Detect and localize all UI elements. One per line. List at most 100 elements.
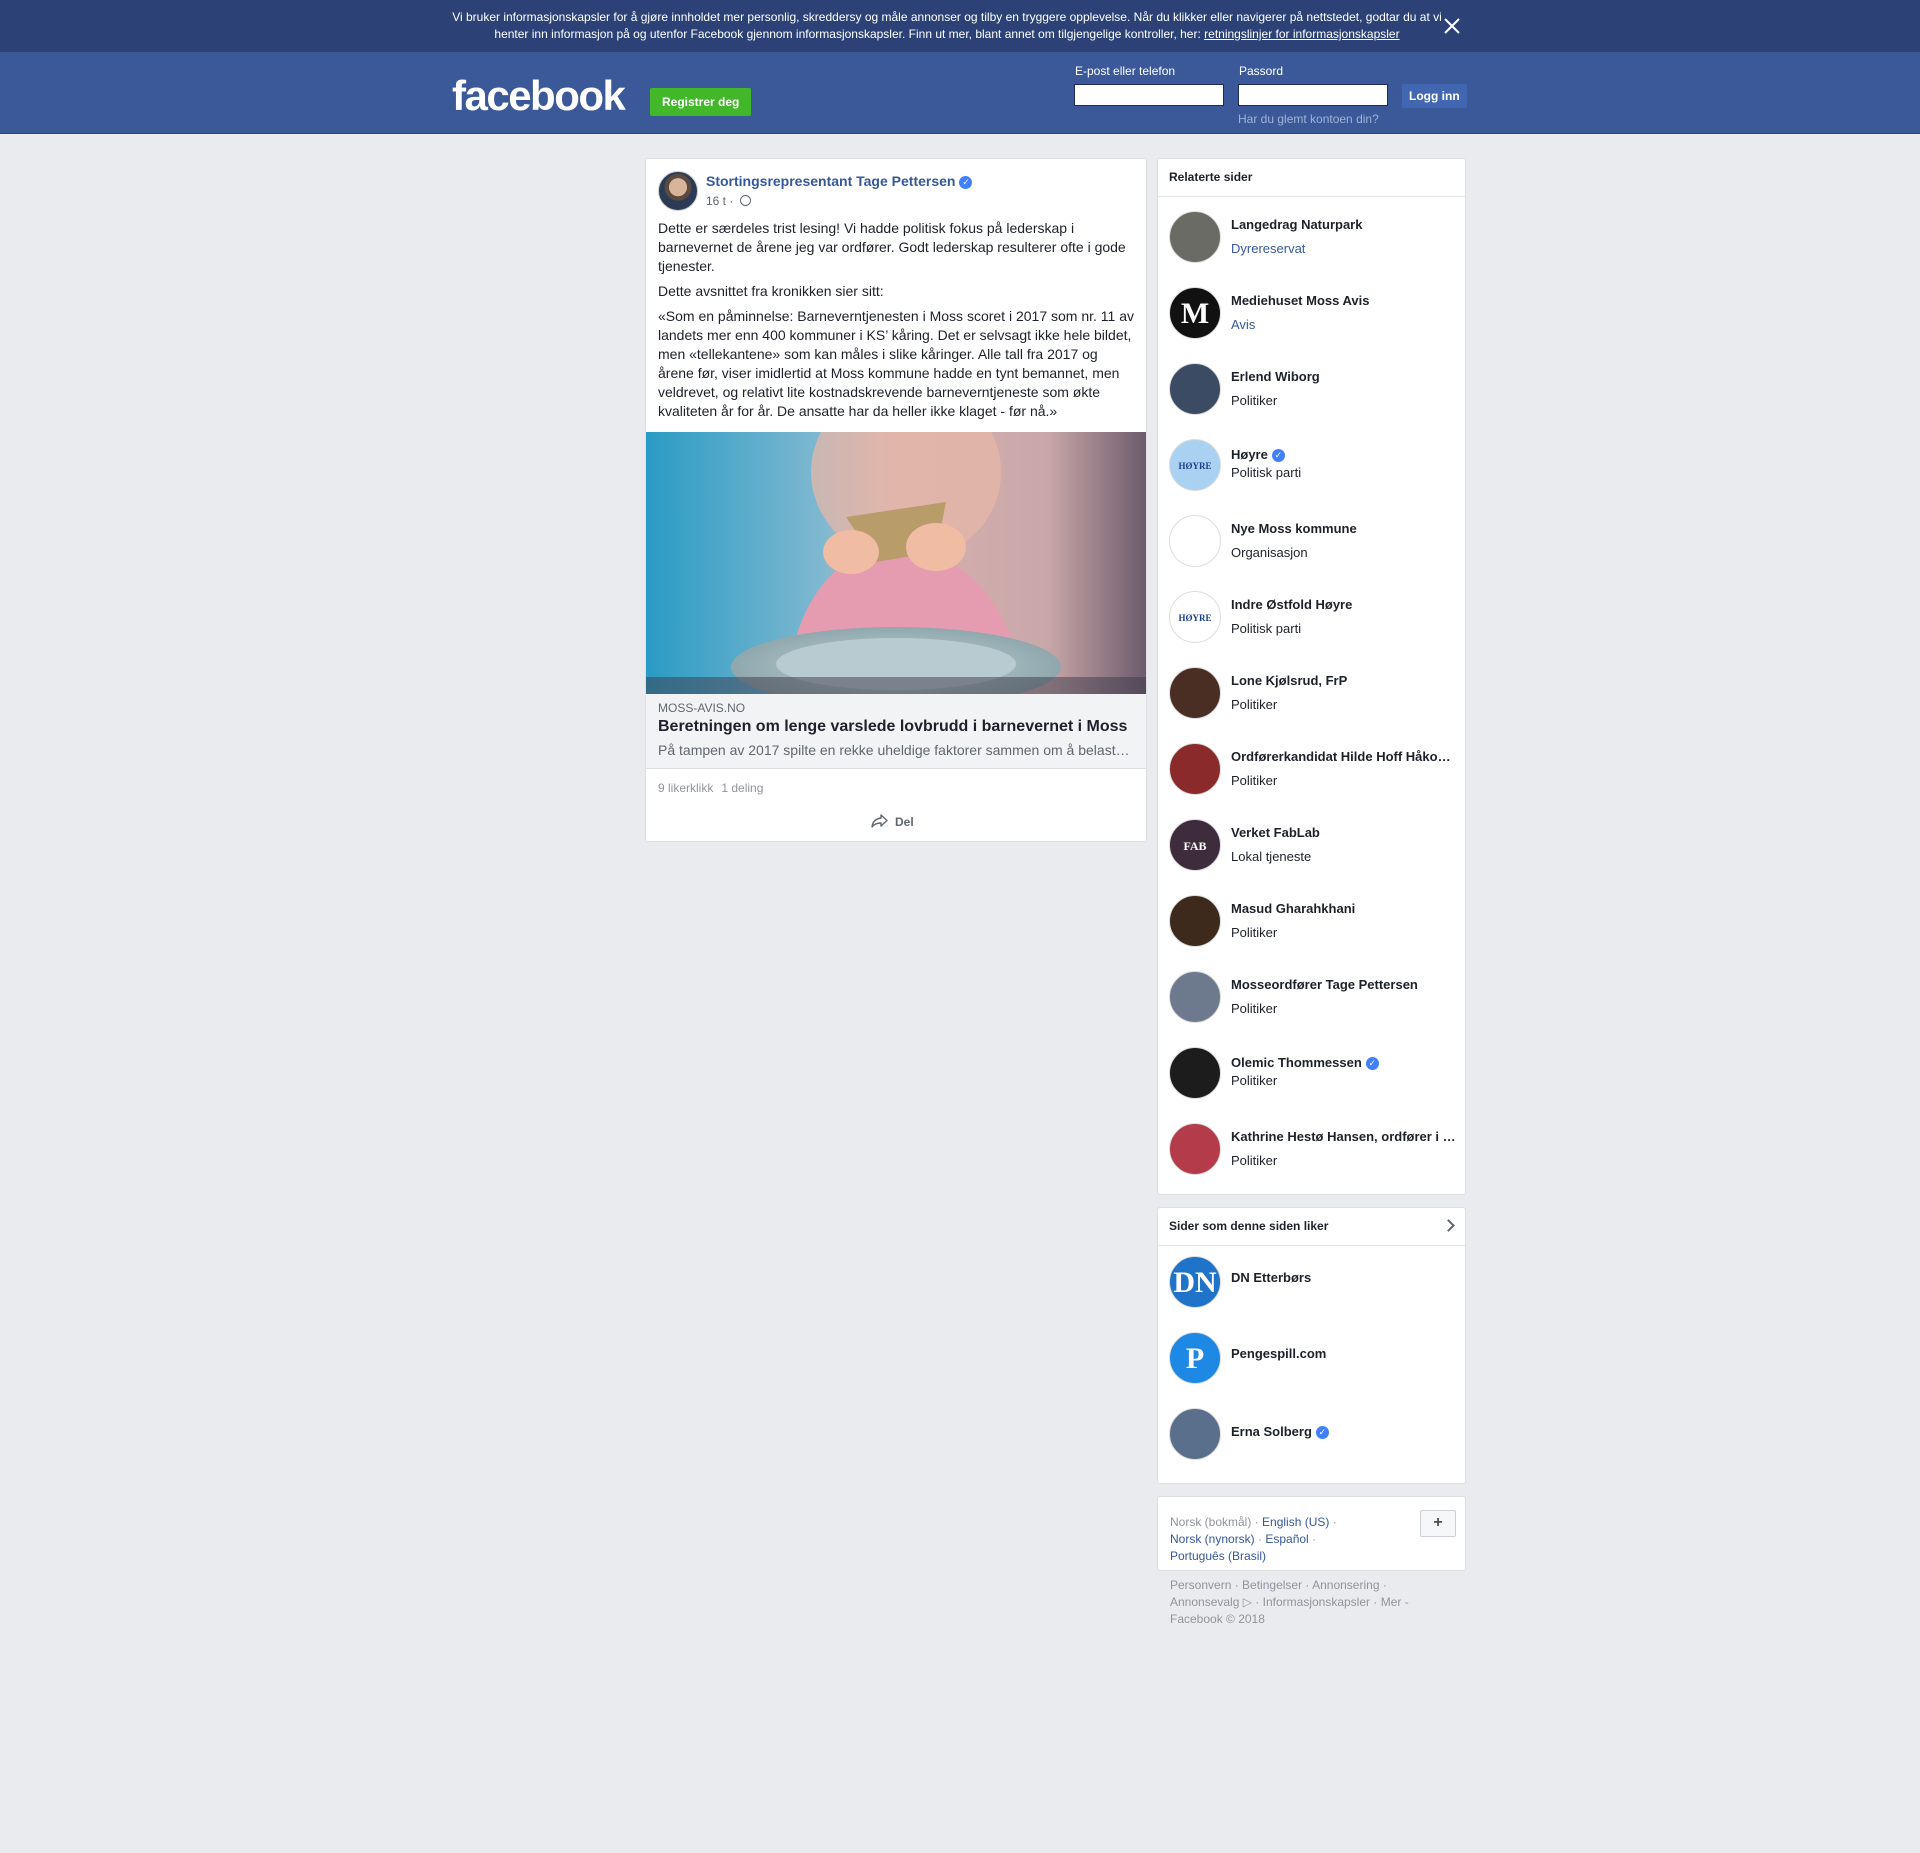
page-avatar[interactable] — [1169, 971, 1221, 1023]
add-language-button[interactable]: + — [1420, 1510, 1456, 1537]
liked-pages-header[interactable]: Sider som denne siden liker — [1158, 1208, 1465, 1246]
page-name-text[interactable]: Nye Moss kommune — [1231, 521, 1357, 536]
post-timestamp: 16 t · — [706, 194, 751, 208]
page-name-text[interactable]: Erna Solberg — [1231, 1424, 1312, 1439]
page-name[interactable]: Olemic Thommessen ✓ — [1231, 1055, 1457, 1070]
footer-link[interactable]: Betingelser — [1242, 1578, 1302, 1592]
shares-count[interactable]: 1 deling — [721, 781, 763, 795]
page-name[interactable]: Ordførerkandidat Hilde Hoff Håkonsen — [1231, 749, 1457, 764]
post-time[interactable]: 16 t — [706, 194, 726, 208]
language-option[interactable]: Español — [1265, 1532, 1308, 1546]
page-name-text[interactable]: Høyre — [1231, 447, 1268, 462]
page-avatar[interactable] — [1169, 1123, 1221, 1175]
page-name[interactable]: Indre Østfold Høyre — [1231, 597, 1457, 612]
page-avatar[interactable]: P — [1169, 1332, 1221, 1384]
page-name[interactable]: Verket FabLab — [1231, 825, 1457, 840]
page-name-text[interactable]: Ordførerkandidat Hilde Hoff Håkonsen — [1231, 749, 1457, 764]
page-avatar[interactable] — [1169, 895, 1221, 947]
page-name[interactable]: Mosseordfører Tage Pettersen — [1231, 977, 1457, 992]
page-avatar[interactable]: DN — [1169, 1256, 1221, 1308]
page-name-text[interactable]: Olemic Thommessen — [1231, 1055, 1362, 1070]
link-preview[interactable]: MOSS-AVIS.NO Beretningen om lenge varsle… — [646, 694, 1146, 769]
page-name[interactable]: Langedrag Naturpark — [1231, 217, 1457, 232]
page-name-text[interactable]: Erlend Wiborg — [1231, 369, 1320, 384]
language-option[interactable]: Norsk (nynorsk) — [1170, 1532, 1255, 1546]
page-name-text[interactable]: Mosseordfører Tage Pettersen — [1231, 977, 1418, 992]
page-name-text[interactable]: Pengespill.com — [1231, 1346, 1326, 1361]
footer-link[interactable]: Annonsevalg — [1170, 1595, 1239, 1609]
list-item[interactable]: Masud Gharahkhani Politiker — [1169, 895, 1459, 949]
list-item[interactable]: HØYRE Indre Østfold Høyre Politisk parti — [1169, 591, 1459, 645]
page-category[interactable]: Dyrereservat — [1231, 241, 1305, 256]
login-button[interactable]: Logg inn — [1402, 84, 1467, 108]
author-name[interactable]: Stortingsrepresentant Tage Pettersen — [706, 173, 955, 189]
page-name[interactable]: Pengespill.com — [1231, 1346, 1457, 1361]
password-field[interactable] — [1238, 84, 1388, 106]
share-button[interactable]: Del — [871, 811, 914, 833]
cookie-policy-link[interactable]: retningslinjer for informasjonskapsler — [1204, 27, 1399, 41]
page-avatar[interactable] — [1169, 515, 1221, 567]
page-avatar[interactable] — [1169, 363, 1221, 415]
page-name[interactable]: Lone Kjølsrud, FrP — [1231, 673, 1457, 688]
page-name[interactable]: Erna Solberg ✓ — [1231, 1424, 1457, 1439]
page-avatar[interactable] — [1169, 211, 1221, 263]
list-item[interactable]: Erlend Wiborg Politiker — [1169, 363, 1459, 417]
page-name-text[interactable]: Langedrag Naturpark — [1231, 217, 1362, 232]
likes-count[interactable]: 9 likerklikk — [658, 781, 713, 795]
footer-link[interactable]: Informasjonskapsler — [1263, 1595, 1370, 1609]
page-avatar[interactable]: HØYRE — [1169, 591, 1221, 643]
list-item[interactable]: Nye Moss kommune Organisasjon — [1169, 515, 1459, 569]
list-item[interactable]: HØYRE Høyre ✓ Politisk parti — [1169, 439, 1459, 493]
forgot-account-link[interactable]: Har du glemt kontoen din? — [1238, 112, 1379, 126]
page-name-text[interactable]: Indre Østfold Høyre — [1231, 597, 1352, 612]
close-icon[interactable] — [1441, 15, 1463, 37]
page-avatar[interactable] — [1169, 667, 1221, 719]
facebook-logo[interactable]: facebook — [452, 74, 626, 118]
post-author[interactable]: Stortingsrepresentant Tage Pettersen ✓ — [706, 173, 973, 189]
post-card: Stortingsrepresentant Tage Pettersen ✓ 16… — [645, 158, 1147, 842]
page-name[interactable]: Høyre ✓ — [1231, 447, 1457, 462]
page-avatar[interactable]: FAB LAB — [1169, 819, 1221, 871]
page-name[interactable]: Kathrine Hestø Hansen, ordfører i Moss — [1231, 1129, 1457, 1144]
footer-link[interactable]: Mer — [1381, 1595, 1402, 1609]
page-name-text[interactable]: Masud Gharahkhani — [1231, 901, 1355, 916]
page-avatar[interactable]: M — [1169, 287, 1221, 339]
page-avatar[interactable] — [1169, 1047, 1221, 1099]
footer-link[interactable]: Personvern — [1170, 1578, 1231, 1592]
page-avatar[interactable]: HØYRE — [1169, 439, 1221, 491]
page-name-text[interactable]: Kathrine Hestø Hansen, ordfører i Moss — [1231, 1129, 1457, 1144]
list-item[interactable]: DN DN Etterbørs — [1169, 1256, 1459, 1310]
list-item[interactable]: Mosseordfører Tage Pettersen Politiker — [1169, 971, 1459, 1025]
page-name-text[interactable]: Lone Kjølsrud, FrP — [1231, 673, 1347, 688]
page-category[interactable]: Avis — [1231, 317, 1255, 332]
page-name[interactable]: Masud Gharahkhani — [1231, 901, 1457, 916]
author-avatar[interactable] — [658, 171, 698, 211]
link-preview-image[interactable] — [646, 432, 1146, 694]
link-title[interactable]: Beretningen om lenge varslede lovbrudd i… — [658, 718, 1136, 736]
list-item[interactable]: Lone Kjølsrud, FrP Politiker — [1169, 667, 1459, 721]
language-option[interactable]: Português (Brasil) — [1170, 1549, 1266, 1563]
list-item[interactable]: M Mediehuset Moss Avis Avis — [1169, 287, 1459, 341]
list-item[interactable]: Erna Solberg ✓ — [1169, 1408, 1459, 1462]
register-button[interactable]: Registrer deg — [650, 88, 752, 116]
page-name[interactable]: Mediehuset Moss Avis — [1231, 293, 1457, 308]
page-avatar[interactable] — [1169, 743, 1221, 795]
page-name-text[interactable]: Mediehuset Moss Avis — [1231, 293, 1369, 308]
list-item[interactable]: FAB LAB Verket FabLab Lokal tjeneste — [1169, 819, 1459, 873]
page-name-text[interactable]: DN Etterbørs — [1231, 1270, 1311, 1285]
avatar-text: FAB LAB — [1183, 839, 1207, 853]
page-name-text[interactable]: Verket FabLab — [1231, 825, 1320, 840]
page-name[interactable]: Nye Moss kommune — [1231, 521, 1457, 536]
list-item[interactable]: Langedrag Naturpark Dyrereservat — [1169, 211, 1459, 265]
page-avatar[interactable] — [1169, 1408, 1221, 1460]
list-item[interactable]: Olemic Thommessen ✓ Politiker — [1169, 1047, 1459, 1101]
list-item[interactable]: Ordførerkandidat Hilde Hoff Håkonsen Poli… — [1169, 743, 1459, 797]
language-option[interactable]: English (US) — [1262, 1515, 1329, 1529]
list-item[interactable]: Kathrine Hestø Hansen, ordfører i Moss Po… — [1169, 1123, 1459, 1177]
list-item[interactable]: P Pengespill.com — [1169, 1332, 1459, 1386]
email-field[interactable] — [1074, 84, 1224, 106]
page-name[interactable]: DN Etterbørs — [1231, 1270, 1457, 1285]
footer-link[interactable]: Annonsering — [1312, 1578, 1379, 1592]
ad-choices-icon: ▷ — [1242, 1595, 1252, 1609]
page-name[interactable]: Erlend Wiborg — [1231, 369, 1457, 384]
